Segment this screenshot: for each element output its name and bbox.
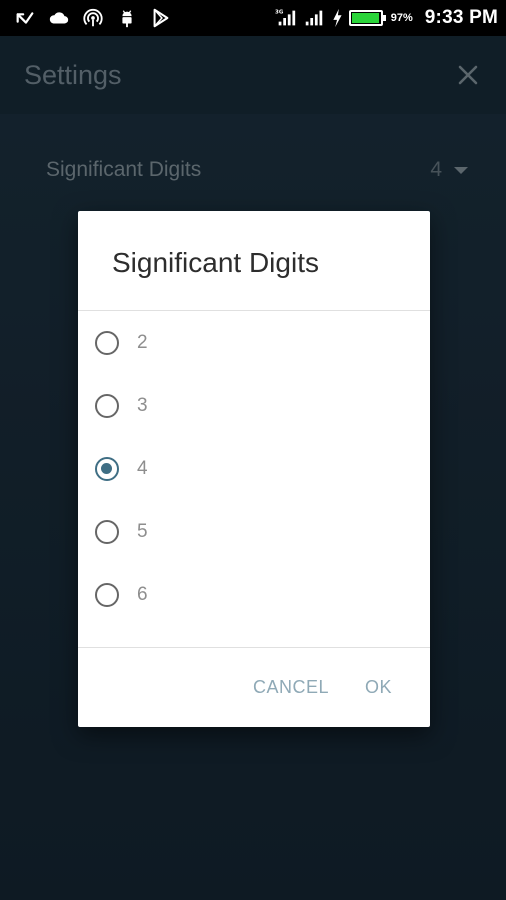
charging-bolt-icon [331,7,343,29]
radio-button[interactable] [95,330,119,355]
option-4[interactable]: 4 [78,437,430,500]
option-label: 3 [137,394,148,416]
play-store-icon [150,7,172,29]
battery-percent: 97% [390,12,413,24]
battery-icon [348,10,386,26]
options-list: 2 3 4 5 6 [78,311,430,626]
signal-3g-icon: 3G [275,7,297,29]
hotspot-icon [82,7,104,29]
status-bar: 3G 97% 9:33 PM [0,0,506,36]
clock: 9:33 PM [424,7,498,28]
option-label: 5 [137,520,148,542]
option-6[interactable]: 6 [78,563,430,626]
dialog-title: Significant Digits [78,211,430,311]
radio-button[interactable] [95,582,119,607]
cancel-button[interactable]: CANCEL [245,669,337,706]
significant-digits-dialog: Significant Digits 2 3 4 5 6 CANCEL OK [78,211,430,727]
option-5[interactable]: 5 [78,500,430,563]
signal-icon [303,7,325,29]
option-label: 6 [137,583,148,605]
option-3[interactable]: 3 [78,374,430,437]
android-debug-icon [116,7,138,29]
battery-fill [351,13,379,23]
missed-call-icon [14,7,36,29]
dialog-actions: CANCEL OK [78,647,430,727]
svg-text:3G: 3G [275,9,284,15]
radio-button[interactable] [95,519,119,544]
radio-button[interactable] [95,456,119,481]
status-bar-left [14,7,172,29]
ok-button[interactable]: OK [357,669,400,706]
radio-button[interactable] [95,393,119,418]
cloud-icon [48,7,70,29]
option-2[interactable]: 2 [78,311,430,374]
status-bar-right: 3G 97% 9:33 PM [275,7,498,29]
option-label: 4 [137,457,148,479]
option-label: 2 [137,331,148,353]
